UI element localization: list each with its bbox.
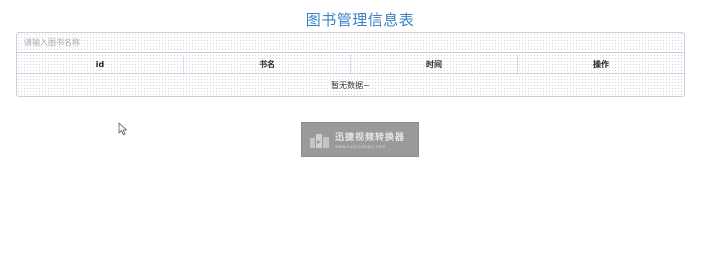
column-header-id: id [17, 55, 184, 73]
watermark-logo-icon [310, 133, 329, 148]
watermark-badge: 迅捷视频转换器 www.xunjieshipin.com [301, 122, 419, 157]
book-table-panel: id 书名 时间 操作 暂无数据~ [16, 32, 685, 97]
table-header: id 书名 时间 操作 [17, 55, 684, 74]
watermark-name: 迅捷视频转换器 [335, 133, 406, 143]
page: 图书管理信息表 id 书名 时间 操作 暂无数据~ 迅捷视频转换器 www.xu… [0, 0, 720, 280]
column-header-time: 时间 [351, 55, 518, 73]
column-header-actions: 操作 [593, 59, 609, 69]
column-header-title: 书名 [184, 55, 351, 73]
empty-state-text: 暂无数据~ [331, 81, 370, 90]
watermark-url: www.xunjieshipin.com [335, 144, 386, 149]
page-title: 图书管理信息表 [305, 11, 415, 29]
mouse-pointer-icon [118, 122, 127, 135]
watermark-text: 迅捷视频转换器 www.xunjieshipin.com [335, 130, 405, 149]
search-input[interactable] [17, 33, 684, 53]
